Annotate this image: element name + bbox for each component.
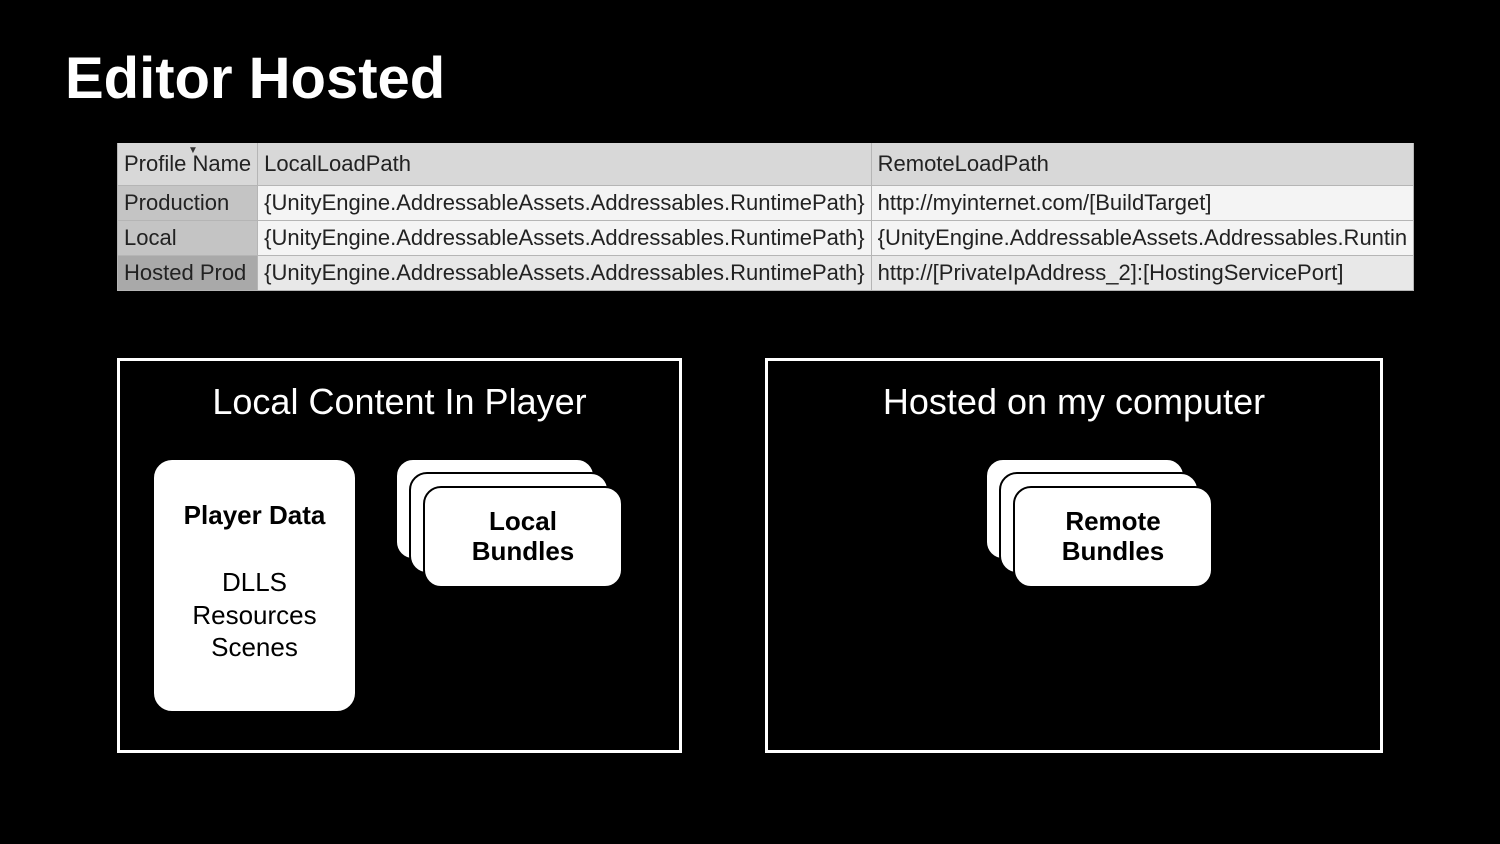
local-bundles-card: LocalBundles [423,486,623,588]
header-remote-load-path[interactable]: RemoteLoadPath [871,143,1414,186]
remote-bundles-card: RemoteBundles [1013,486,1213,588]
profiles-table: ▼ Profile Name LocalLoadPath RemoteLoadP… [117,143,1381,291]
player-data-line: Resources [154,599,355,632]
table-row[interactable]: Local {UnityEngine.AddressableAssets.Add… [118,221,1414,256]
player-data-line: Scenes [154,631,355,664]
hosted-content-title: Hosted on my computer [768,381,1380,423]
player-data-lines: DLLS Resources Scenes [154,566,355,664]
cell-local-path: {UnityEngine.AddressableAssets.Addressab… [258,256,871,291]
cell-profile-name: Local [118,221,258,256]
sort-indicator-icon: ▼ [188,145,198,156]
header-profile-name[interactable]: ▼ Profile Name [118,143,258,186]
player-data-line: DLLS [154,566,355,599]
cell-remote-path: {UnityEngine.AddressableAssets.Addressab… [871,221,1414,256]
cell-remote-path: http://[PrivateIpAddress_2]:[HostingServ… [871,256,1414,291]
player-data-card: Player Data DLLS Resources Scenes [152,458,357,713]
local-bundles-label: LocalBundles [472,507,575,567]
cell-profile-name: Hosted Prod [118,256,258,291]
page-title: Editor Hosted [65,45,445,112]
player-data-title: Player Data [154,500,355,531]
cell-local-path: {UnityEngine.AddressableAssets.Addressab… [258,221,871,256]
remote-bundles-label: RemoteBundles [1062,507,1165,567]
local-content-title: Local Content In Player [120,381,679,423]
cell-remote-path: http://myinternet.com/[BuildTarget] [871,186,1414,221]
header-local-load-path[interactable]: LocalLoadPath [258,143,871,186]
cell-local-path: {UnityEngine.AddressableAssets.Addressab… [258,186,871,221]
table-row[interactable]: Production {UnityEngine.AddressableAsset… [118,186,1414,221]
table-header-row: ▼ Profile Name LocalLoadPath RemoteLoadP… [118,143,1414,186]
cell-profile-name: Production [118,186,258,221]
table-row[interactable]: Hosted Prod {UnityEngine.AddressableAsse… [118,256,1414,291]
